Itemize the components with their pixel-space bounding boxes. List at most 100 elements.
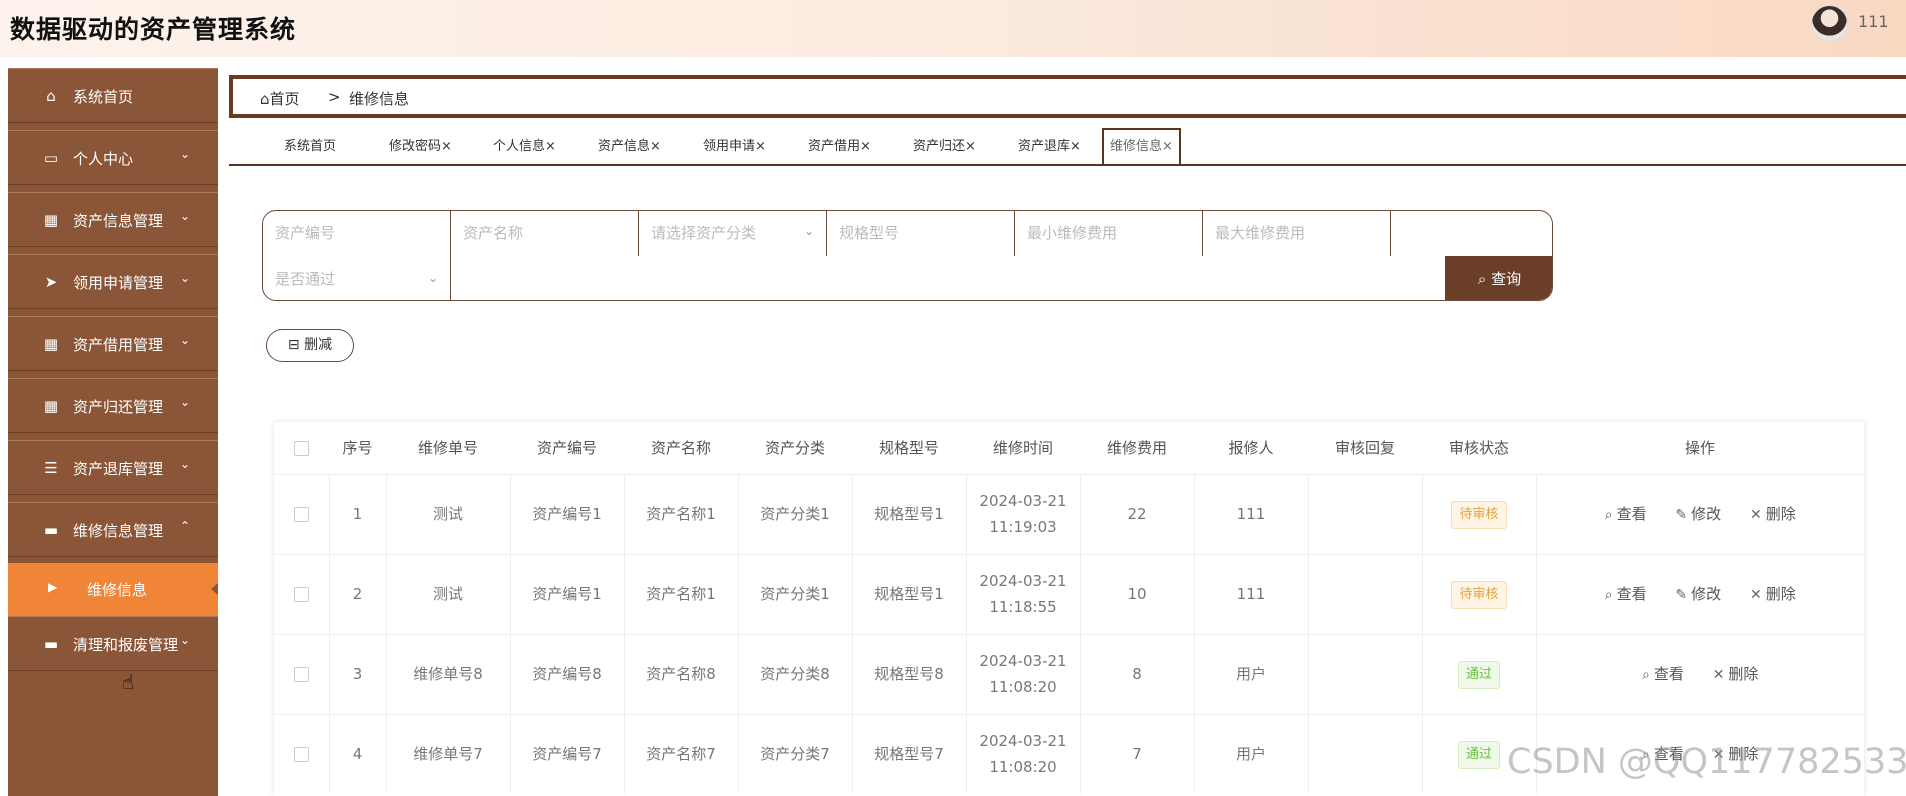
tab-home[interactable]: 系统首页 (284, 130, 336, 164)
delete-button[interactable]: ✕ 删除 (1713, 661, 1759, 688)
spec-input[interactable]: 规格型号 (827, 211, 1015, 256)
tab-return[interactable]: 资产归还× (913, 130, 976, 164)
tab-borrow[interactable]: 资产借用× (808, 130, 871, 164)
cell-reply (1307, 553, 1422, 634)
chevron-down-icon: ⌄ (180, 633, 191, 647)
sidebar-item-retire[interactable]: ☰ 资产退库管理 ⌄ (8, 440, 218, 495)
grid-icon: ▦ (43, 397, 59, 415)
app-header: 数据驱动的资产管理系统 111 (0, 0, 1906, 57)
username[interactable]: 111 (1858, 12, 1889, 31)
view-button[interactable]: ⌕ 查看 (1642, 661, 1684, 688)
chevron-down-icon: ⌄ (180, 147, 191, 161)
sidebar-item-label: 个人中心 (73, 150, 134, 168)
mouse-cursor-icon: ☝ (122, 670, 135, 694)
user-avatar[interactable] (1811, 5, 1848, 42)
column-header: 操作 (1684, 439, 1715, 458)
cell-spec: 规格型号1 (851, 553, 966, 634)
sidebar-item-label: 清理和报废管理 (73, 636, 179, 654)
view-button[interactable]: ⌕ 查看 (1605, 581, 1647, 608)
search-button[interactable]: ⌕ 查询 (1445, 256, 1552, 300)
cell-cost: 10 (1079, 553, 1194, 634)
sidebar-item-asset-info[interactable]: ▦ 资产信息管理 ⌄ (8, 192, 218, 247)
cell-cost: 7 (1079, 713, 1194, 794)
table-row: 1 测试 资产编号1 资产名称1 资产分类1 规格型号1 2024-03-21 1… (274, 473, 1864, 554)
tab-bar: 系统首页 修改密码× 个人信息× 资产信息× 领用申请× 资产借用× 资产归还×… (229, 128, 1906, 166)
row-checkbox[interactable] (274, 473, 329, 554)
sidebar-subitem-repair-info[interactable]: ▶ 维修信息 (8, 563, 218, 616)
max-cost-input[interactable]: 最大维修费用 (1203, 211, 1391, 256)
cell-category: 资产分类1 (737, 473, 852, 554)
close-icon: × (1070, 139, 1081, 154)
column-header: 资产编号 (536, 439, 597, 458)
sidebar-item-return[interactable]: ▦ 资产归还管理 ⌄ (8, 378, 218, 433)
close-icon: ✕ (1749, 506, 1762, 523)
column-header: 维修时间 (992, 439, 1053, 458)
breadcrumb-home[interactable]: ⌂首页 (260, 88, 300, 109)
column-header: 维修费用 (1106, 439, 1167, 458)
delete-button[interactable]: ✕ 删除 (1750, 501, 1796, 528)
sidebar-item-disposal[interactable]: ▬ 清理和报废管理 ⌄ (8, 616, 218, 671)
cell-index: 2 (328, 553, 386, 634)
cell-actions: ⌕ 查看 ✎ 修改 ✕ 删除 (1535, 473, 1864, 554)
cell-reporter: 111 (1193, 473, 1308, 554)
cell-asset-no: 资产编号1 (509, 473, 624, 554)
asset-category-select[interactable]: 请选择资产分类 ⌄ (639, 211, 827, 256)
row-checkbox[interactable] (274, 633, 329, 714)
edit-button[interactable]: ✎ 修改 (1675, 501, 1721, 528)
edit-icon: ✎ (1675, 506, 1688, 523)
select-all-checkbox[interactable] (274, 422, 329, 474)
column-header: 报修人 (1228, 439, 1274, 458)
asset-name-input[interactable]: 资产名称 (451, 211, 639, 256)
batch-delete-button[interactable]: ⊟ 删减 (266, 329, 354, 362)
table-row: 3 维修单号8 资产编号8 资产名称8 资产分类8 规格型号8 2024-03-… (274, 633, 1864, 714)
minus-square-icon: ⊟ (287, 337, 300, 353)
cell-repair-time: 2024-03-21 11:08:20 (965, 713, 1080, 794)
chevron-down-icon: ⌄ (180, 457, 191, 471)
column-header: 审核状态 (1448, 439, 1509, 458)
chevron-down-icon: ⌄ (180, 333, 191, 347)
sidebar-item-label: 资产借用管理 (73, 336, 164, 354)
cell-asset-name: 资产名称8 (623, 633, 738, 714)
cell-reporter: 111 (1193, 553, 1308, 634)
row-checkbox[interactable] (274, 553, 329, 634)
search-icon: ⌕ (1604, 506, 1613, 523)
tab-repair-info[interactable]: 维修信息× (1102, 128, 1181, 164)
tab-requisition[interactable]: 领用申请× (703, 130, 766, 164)
breadcrumb-separator: > (328, 88, 341, 106)
row-checkbox[interactable] (274, 713, 329, 794)
close-icon: × (965, 139, 976, 154)
cell-spec: 规格型号7 (851, 713, 966, 794)
edit-button[interactable]: ✎ 修改 (1675, 581, 1721, 608)
min-cost-input[interactable]: 最小维修费用 (1015, 211, 1203, 256)
cell-index: 3 (328, 633, 386, 714)
delete-button[interactable]: ✕ 删除 (1750, 581, 1796, 608)
tab-personal-info[interactable]: 个人信息× (493, 130, 556, 164)
cell-spec: 规格型号1 (851, 473, 966, 554)
close-icon: × (650, 139, 661, 154)
cell-repair-time: 2024-03-21 11:19:03 (965, 473, 1080, 554)
cell-reporter: 用户 (1193, 713, 1308, 794)
cell-reply (1307, 633, 1422, 714)
close-icon: × (755, 139, 766, 154)
tab-asset-info[interactable]: 资产信息× (598, 130, 661, 164)
sidebar-item-borrow[interactable]: ▦ 资产借用管理 ⌄ (8, 316, 218, 371)
watermark: CSDN @QQ1177825331 (1507, 742, 1906, 782)
sidebar-item-requisition[interactable]: ➤ 领用申请管理 ⌄ (8, 254, 218, 309)
sidebar-item-repair[interactable]: ▬ 维修信息管理 ⌃ (8, 502, 218, 557)
sidebar-item-label: 系统首页 (73, 88, 134, 106)
cell-order-no: 测试 (385, 553, 510, 634)
sidebar-subitem-label: 维修信息 (87, 581, 148, 599)
sidebar-item-personal[interactable]: ▭ 个人中心 ⌄ (8, 130, 218, 185)
asset-no-input[interactable]: 资产编号 (263, 211, 451, 256)
view-button[interactable]: ⌕ 查看 (1605, 501, 1647, 528)
sidebar-item-home[interactable]: ⌂ 系统首页 (8, 68, 218, 123)
tab-change-password[interactable]: 修改密码× (389, 130, 452, 164)
cell-cost: 22 (1079, 473, 1194, 554)
monitor-icon: ▬ (43, 521, 59, 539)
sidebar-item-label: 资产信息管理 (73, 212, 164, 230)
tab-retire[interactable]: 资产退库× (1018, 130, 1081, 164)
approval-select[interactable]: 是否通过 ⌄ (263, 256, 451, 300)
sidebar-item-label: 维修信息管理 (73, 522, 164, 540)
chevron-up-icon: ⌃ (180, 519, 191, 533)
cell-spec: 规格型号8 (851, 633, 966, 714)
